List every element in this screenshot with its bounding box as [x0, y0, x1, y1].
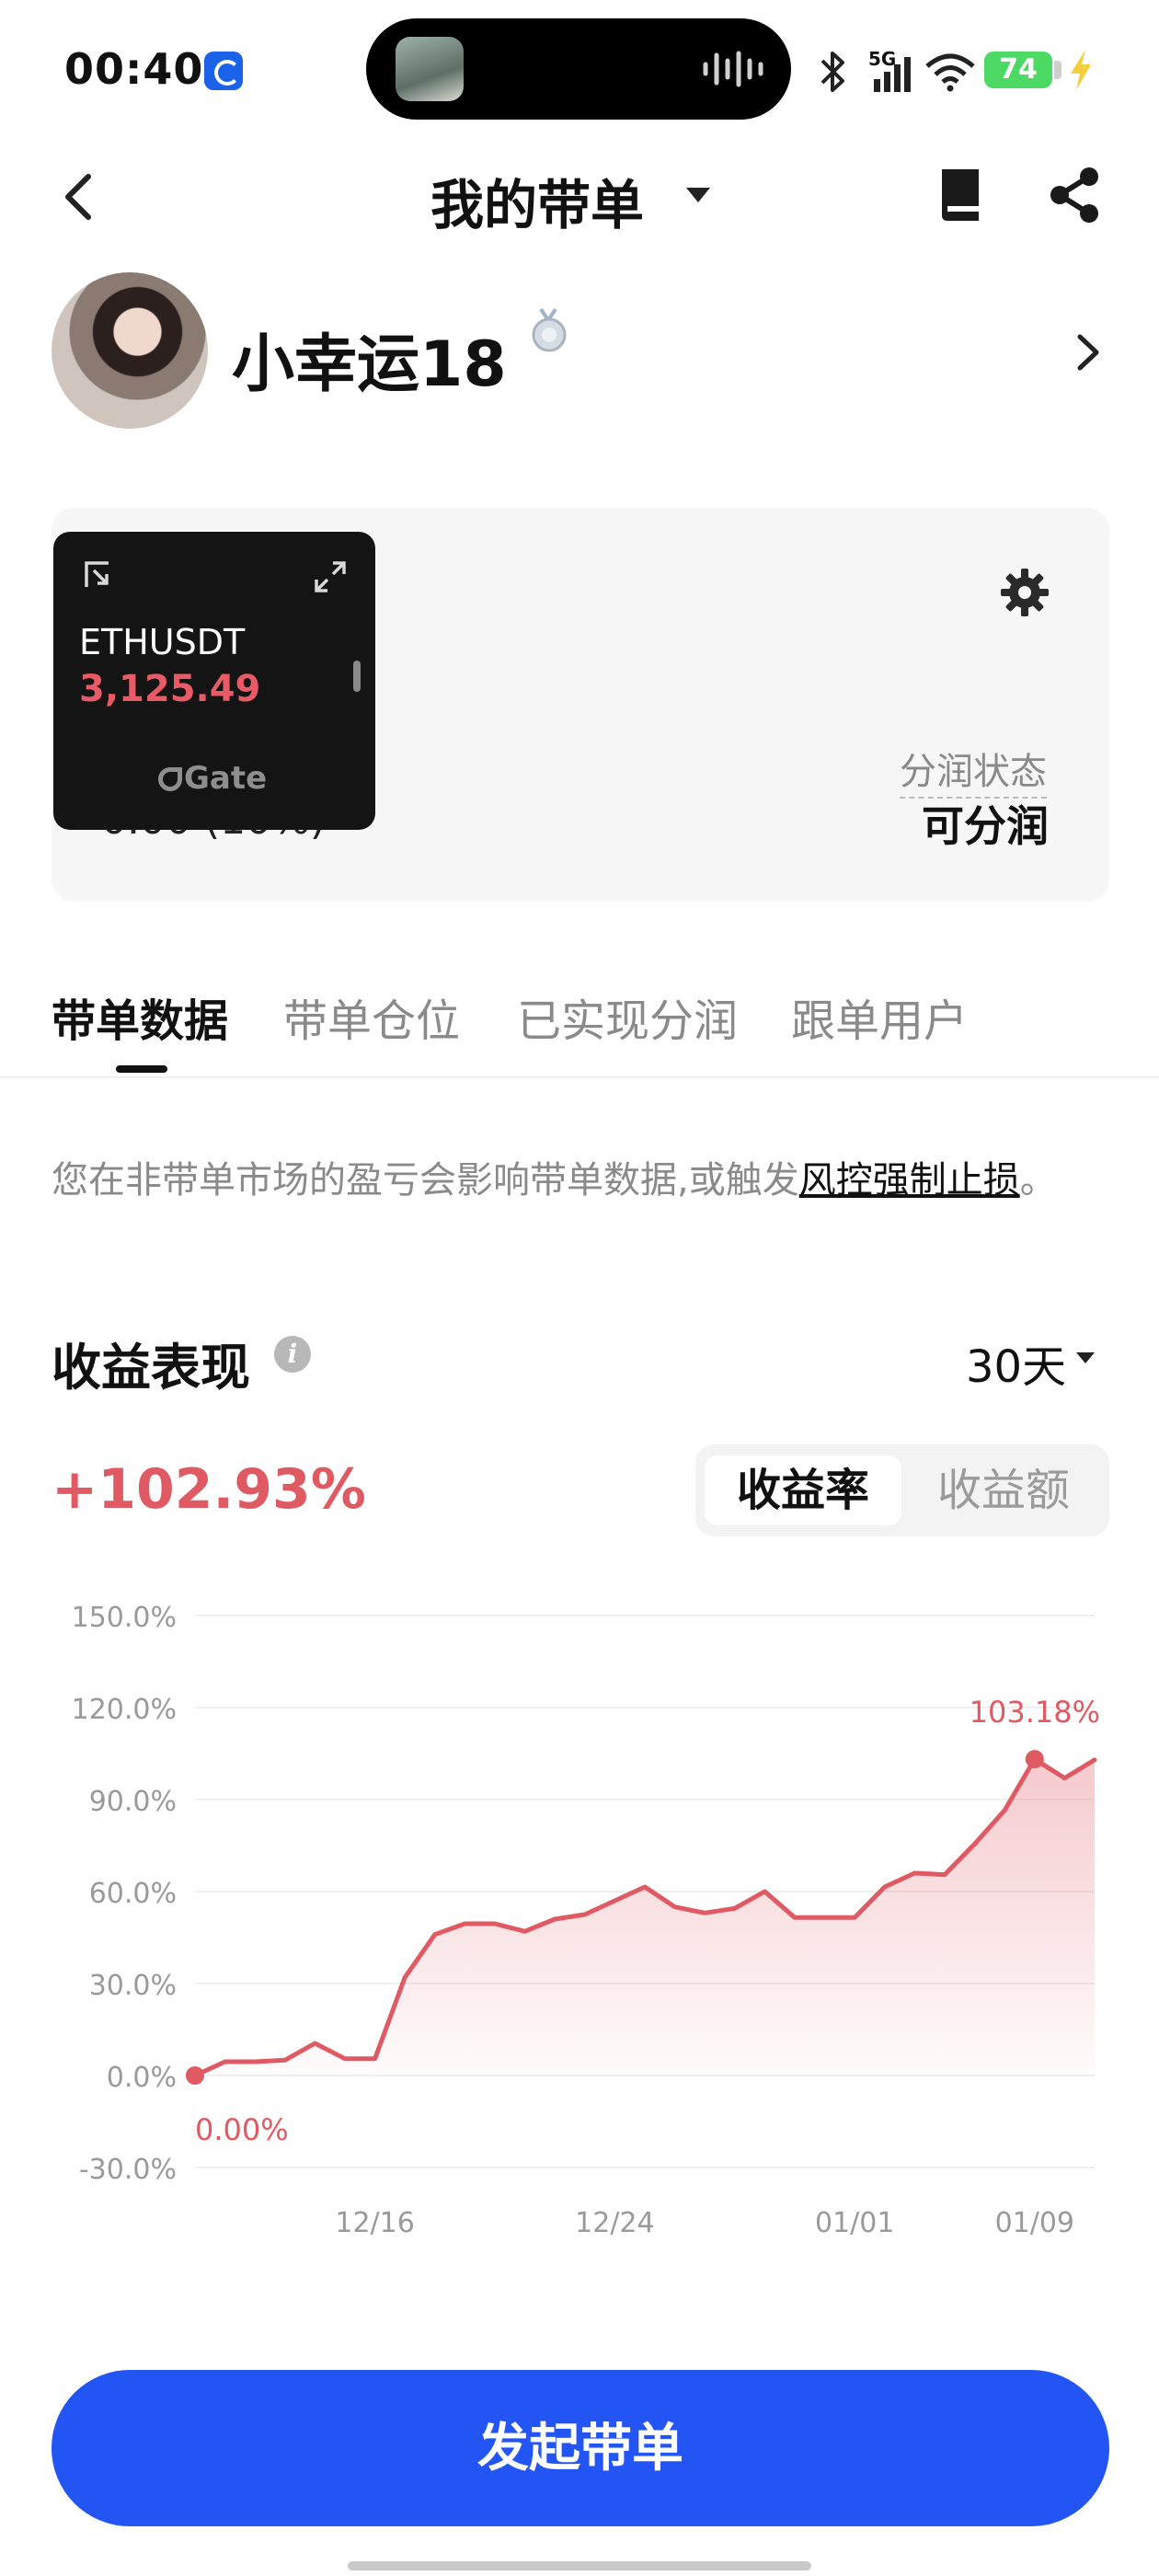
x-tick-label: 12/16	[335, 2207, 414, 2239]
medal-icon	[532, 307, 567, 352]
profile-chevron-right-icon[interactable]	[1074, 331, 1102, 374]
share-status-label[interactable]: 分润状态	[900, 742, 1047, 799]
tabs-divider	[0, 1076, 1159, 1078]
performance-title: 收益表现	[52, 1339, 250, 1397]
share-icon[interactable]	[1047, 166, 1104, 224]
share-status-value: 可分润	[922, 801, 1049, 851]
x-tick-label: 01/09	[995, 2207, 1074, 2239]
home-indicator[interactable]	[348, 2561, 811, 2570]
info-icon[interactable]: i	[274, 1336, 311, 1373]
toggle-return-amount[interactable]: 收益额	[905, 1455, 1102, 1525]
active-tab-indicator	[116, 1065, 167, 1073]
peak-point	[1025, 1750, 1044, 1769]
exchange-logo-text: Gate	[184, 760, 268, 797]
minimize-icon[interactable]	[81, 559, 116, 594]
y-tick-label: 60.0%	[89, 1878, 177, 1910]
title-dropdown-icon[interactable]	[684, 186, 712, 204]
tab-lead-data[interactable]: 带单数据	[52, 984, 228, 1049]
start-point-label: 0.00%	[195, 2112, 289, 2147]
y-tick-label: 150.0%	[72, 1602, 177, 1634]
return-chart[interactable]: 150.0% 120.0% 90.0% 60.0% 30.0% 0.0% -30.0% 12/…	[0, 1564, 1159, 2263]
wifi-icon	[925, 53, 975, 92]
book-icon[interactable]	[935, 166, 986, 224]
tab-lead-positions[interactable]: 带单仓位	[283, 984, 460, 1049]
risk-notice: 您在非带单市场的盈亏会影响带单数据,或触发风控强制止损。	[52, 1150, 1057, 1203]
y-tick-label: 90.0%	[89, 1786, 177, 1818]
now-playing-thumbnail	[396, 37, 464, 101]
start-point	[186, 2066, 204, 2085]
audio-wave-icon	[703, 51, 763, 87]
expand-icon[interactable]	[313, 559, 348, 594]
period-selector[interactable]: 30天	[966, 1330, 1066, 1395]
risk-stop-loss-link[interactable]: 风控强制止损	[799, 1159, 1020, 1202]
avatar[interactable]	[52, 272, 208, 429]
y-tick-label: 0.0%	[107, 2062, 177, 2094]
x-tick-label: 01/01	[815, 2207, 894, 2239]
battery-level: 74	[984, 52, 1052, 88]
start-lead-trading-button[interactable]: 发起带单	[52, 2370, 1109, 2526]
app-notification-icon	[204, 52, 243, 90]
gate-logo-icon	[158, 767, 182, 791]
tab-follower-users[interactable]: 跟单用户	[791, 984, 968, 1049]
battery-tip	[1054, 61, 1061, 79]
risk-notice-text: 您在非带单市场的盈亏会影响带单数据,或触发	[52, 1159, 799, 1202]
gear-icon[interactable]	[999, 567, 1050, 618]
x-tick-label: 12/24	[575, 2207, 654, 2239]
risk-notice-end: 。	[1019, 1159, 1057, 1202]
total-return-value: +102.93%	[52, 1457, 366, 1522]
peak-point-label: 103.18%	[970, 1695, 1100, 1730]
toggle-return-rate[interactable]: 收益率	[705, 1455, 901, 1525]
ticker-price: 3,125.49	[79, 668, 261, 710]
charging-bolt-icon	[1071, 50, 1091, 90]
return-area	[195, 1759, 1095, 2076]
status-time: 00:40	[64, 44, 204, 94]
y-tick-label: 30.0%	[89, 1970, 177, 2002]
widget-scrollbar[interactable]	[353, 661, 361, 692]
chevron-down-icon[interactable]	[1074, 1351, 1096, 1365]
bluetooth-icon	[820, 52, 844, 92]
username[interactable]: 小幸运18	[232, 313, 507, 404]
exchange-logo: Gate	[158, 760, 267, 797]
back-button[interactable]	[57, 169, 101, 224]
tab-realized-profit-share[interactable]: 已实现分润	[517, 984, 738, 1049]
signal-icon	[874, 57, 911, 92]
page-title[interactable]: 我的带单	[430, 162, 644, 239]
ticker-symbol: ETHUSDT	[79, 622, 246, 662]
y-tick-label: -30.0%	[79, 2154, 177, 2186]
y-tick-label: 120.0%	[72, 1694, 177, 1726]
